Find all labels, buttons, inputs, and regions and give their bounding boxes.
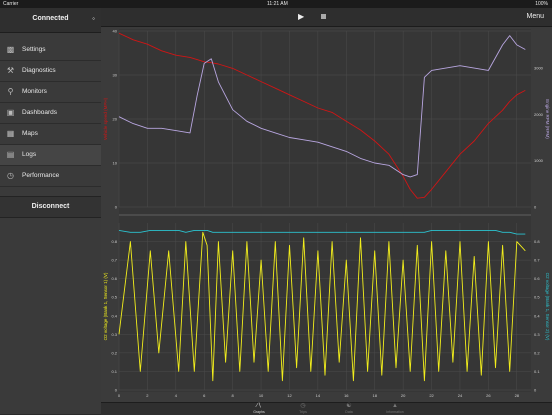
y-tick-label: 0.6 [111, 276, 117, 281]
y-tick-label: 0.1 [111, 369, 117, 374]
y-tick-label: 0 [115, 388, 118, 393]
x-tick-label: 16 [344, 393, 349, 398]
y-tick-label: 0.4 [111, 313, 117, 318]
tab-trips[interactable]: ◷ Trips [283, 403, 323, 415]
main-panel: ▶ Menu 0 10 20 30 40 0 1000 2000 3000 Vehicle spe… [101, 8, 552, 415]
y-tick-label: 0.7 [111, 258, 117, 263]
map-icon: ▦ [6, 129, 15, 138]
y-tick-label: 10 [113, 161, 118, 166]
y2-tick-label: 0.6 [534, 276, 540, 281]
y2-tick-label: 0 [534, 388, 537, 393]
tab-label: Data [345, 410, 353, 414]
sidebar-item-label: Performance [22, 172, 60, 179]
sidebar-item-dashboards[interactable]: ▣ Dashboards [0, 103, 101, 124]
y-tick-label: 0 [115, 205, 118, 210]
x-tick-label: 10 [259, 393, 264, 398]
x-tick-label: 20 [401, 393, 406, 398]
y2-tick-label: 0 [534, 205, 537, 210]
info-icon: ▲ [392, 403, 398, 409]
tab-label: Graphs [253, 410, 265, 414]
y2-tick-label: 3000 [534, 66, 544, 71]
y2-tick-label: 0.3 [534, 332, 540, 337]
x-tick-label: 28 [515, 393, 520, 398]
database-icon: ☯ [346, 403, 352, 409]
x-tick-label: 22 [429, 393, 434, 398]
sidebar-item-label: Dashboards [22, 109, 58, 116]
x-tick-label: 8 [232, 393, 235, 398]
connection-status: Connected [32, 15, 69, 22]
battery-indicator: 100% [535, 1, 548, 7]
dashboard-icon: ▣ [6, 108, 15, 117]
x-tick-label: 18 [372, 393, 377, 398]
sidebar-item-performance[interactable]: ◷ Performance [0, 166, 101, 187]
y-tick-label: 0.8 [111, 239, 117, 244]
y-tick-label: 0.3 [111, 332, 117, 337]
toolbar: ▶ Menu [101, 8, 552, 27]
y2-axis-label: Engine RPM (RPM) [545, 99, 550, 139]
wifi-icon: ◦ [92, 14, 95, 23]
sidebar-item-label: Maps [22, 130, 38, 137]
stopwatch-icon: ◷ [7, 171, 14, 180]
clock: 11:21 AM [267, 1, 288, 7]
y-tick-label: 0.2 [111, 350, 117, 355]
sidebar-item-logs[interactable]: ▤ Logs [0, 145, 101, 166]
sidebar-item-label: Settings [22, 46, 46, 53]
sidebar-item-maps[interactable]: ▦ Maps [0, 124, 101, 145]
play-icon[interactable]: ▶ [298, 12, 304, 21]
y-tick-label: 0.5 [111, 295, 117, 300]
menu-button[interactable]: Menu [526, 13, 544, 20]
y-tick-label: 20 [113, 117, 118, 122]
x-tick-label: 4 [175, 393, 178, 398]
clock-icon: ◷ [300, 403, 306, 409]
graph-icon: ∕∖ [256, 403, 262, 409]
tab-label: Trips [299, 410, 307, 414]
status-bar: Carrier 11:21 AM 100% [0, 0, 552, 8]
tab-label: Information [386, 410, 404, 414]
log-graphs: 0102030400100020003000Vehicle speed (MPH… [103, 29, 550, 399]
x-tick-label: 12 [287, 393, 292, 398]
logs-icon: ▤ [6, 150, 15, 159]
sidebar-item-diagnostics[interactable]: ⚒ Diagnostics [0, 61, 101, 82]
x-tick-label: 24 [458, 393, 463, 398]
y2-tick-label: 0.2 [534, 350, 540, 355]
disconnect-button[interactable]: Disconnect [0, 196, 101, 218]
y2-tick-label: 0.4 [534, 313, 540, 318]
magnifier-icon: ⚲ [7, 87, 14, 96]
tab-data[interactable]: ☯ Data [329, 403, 369, 415]
y2-tick-label: 0.8 [534, 239, 540, 244]
sidebar-menu: ▩ Settings ⚒ Diagnostics ⚲ Monitors ▣ Dashbo… [0, 40, 101, 187]
carrier-label: Carrier [3, 1, 19, 7]
y-tick-label: 30 [113, 73, 118, 78]
y-tick-label: 40 [113, 29, 118, 34]
sidebar-item-label: Logs [22, 151, 37, 158]
y-axis-label: O2 voltage (Bank 1, Sensor 1) (V) [103, 272, 108, 340]
x-tick-label: 6 [203, 393, 206, 398]
sidebar-item-label: Diagnostics [22, 67, 56, 74]
y2-tick-label: 0.5 [534, 295, 540, 300]
stop-icon[interactable] [321, 14, 326, 19]
y2-axis-label: O2 voltage (Bank 1, Sensor 2) (V) [545, 273, 550, 341]
y2-tick-label: 0.7 [534, 258, 540, 263]
tab-graphs[interactable]: ∕∖ Graphs [239, 403, 279, 415]
x-tick-label: 2 [146, 393, 149, 398]
y-axis-label: Vehicle speed (MPH) [103, 97, 108, 140]
sidebar-item-label: Monitors [22, 88, 47, 95]
sidebar-item-settings[interactable]: ▩ Settings [0, 40, 101, 61]
sidebar: Connected ◦ ▩ Settings ⚒ Diagnostics ⚲ Moni… [0, 8, 102, 414]
y2-tick-label: 1000 [534, 158, 544, 163]
sidebar-item-monitors[interactable]: ⚲ Monitors [0, 82, 101, 103]
y2-tick-label: 0.1 [534, 369, 540, 374]
x-tick-label: 14 [316, 393, 321, 398]
x-tick-label: 26 [486, 393, 491, 398]
wrench-icon: ⚒ [6, 66, 15, 75]
tab-information[interactable]: ▲ Information [375, 403, 415, 415]
connection-header: Connected ◦ [0, 8, 101, 33]
y2-tick-label: 2000 [534, 112, 544, 117]
x-tick-label: 0 [118, 393, 121, 398]
settings-icon: ▩ [6, 45, 15, 54]
tab-bar: ∕∖ Graphs ◷ Trips ☯ Data ▲ Information [101, 402, 552, 415]
